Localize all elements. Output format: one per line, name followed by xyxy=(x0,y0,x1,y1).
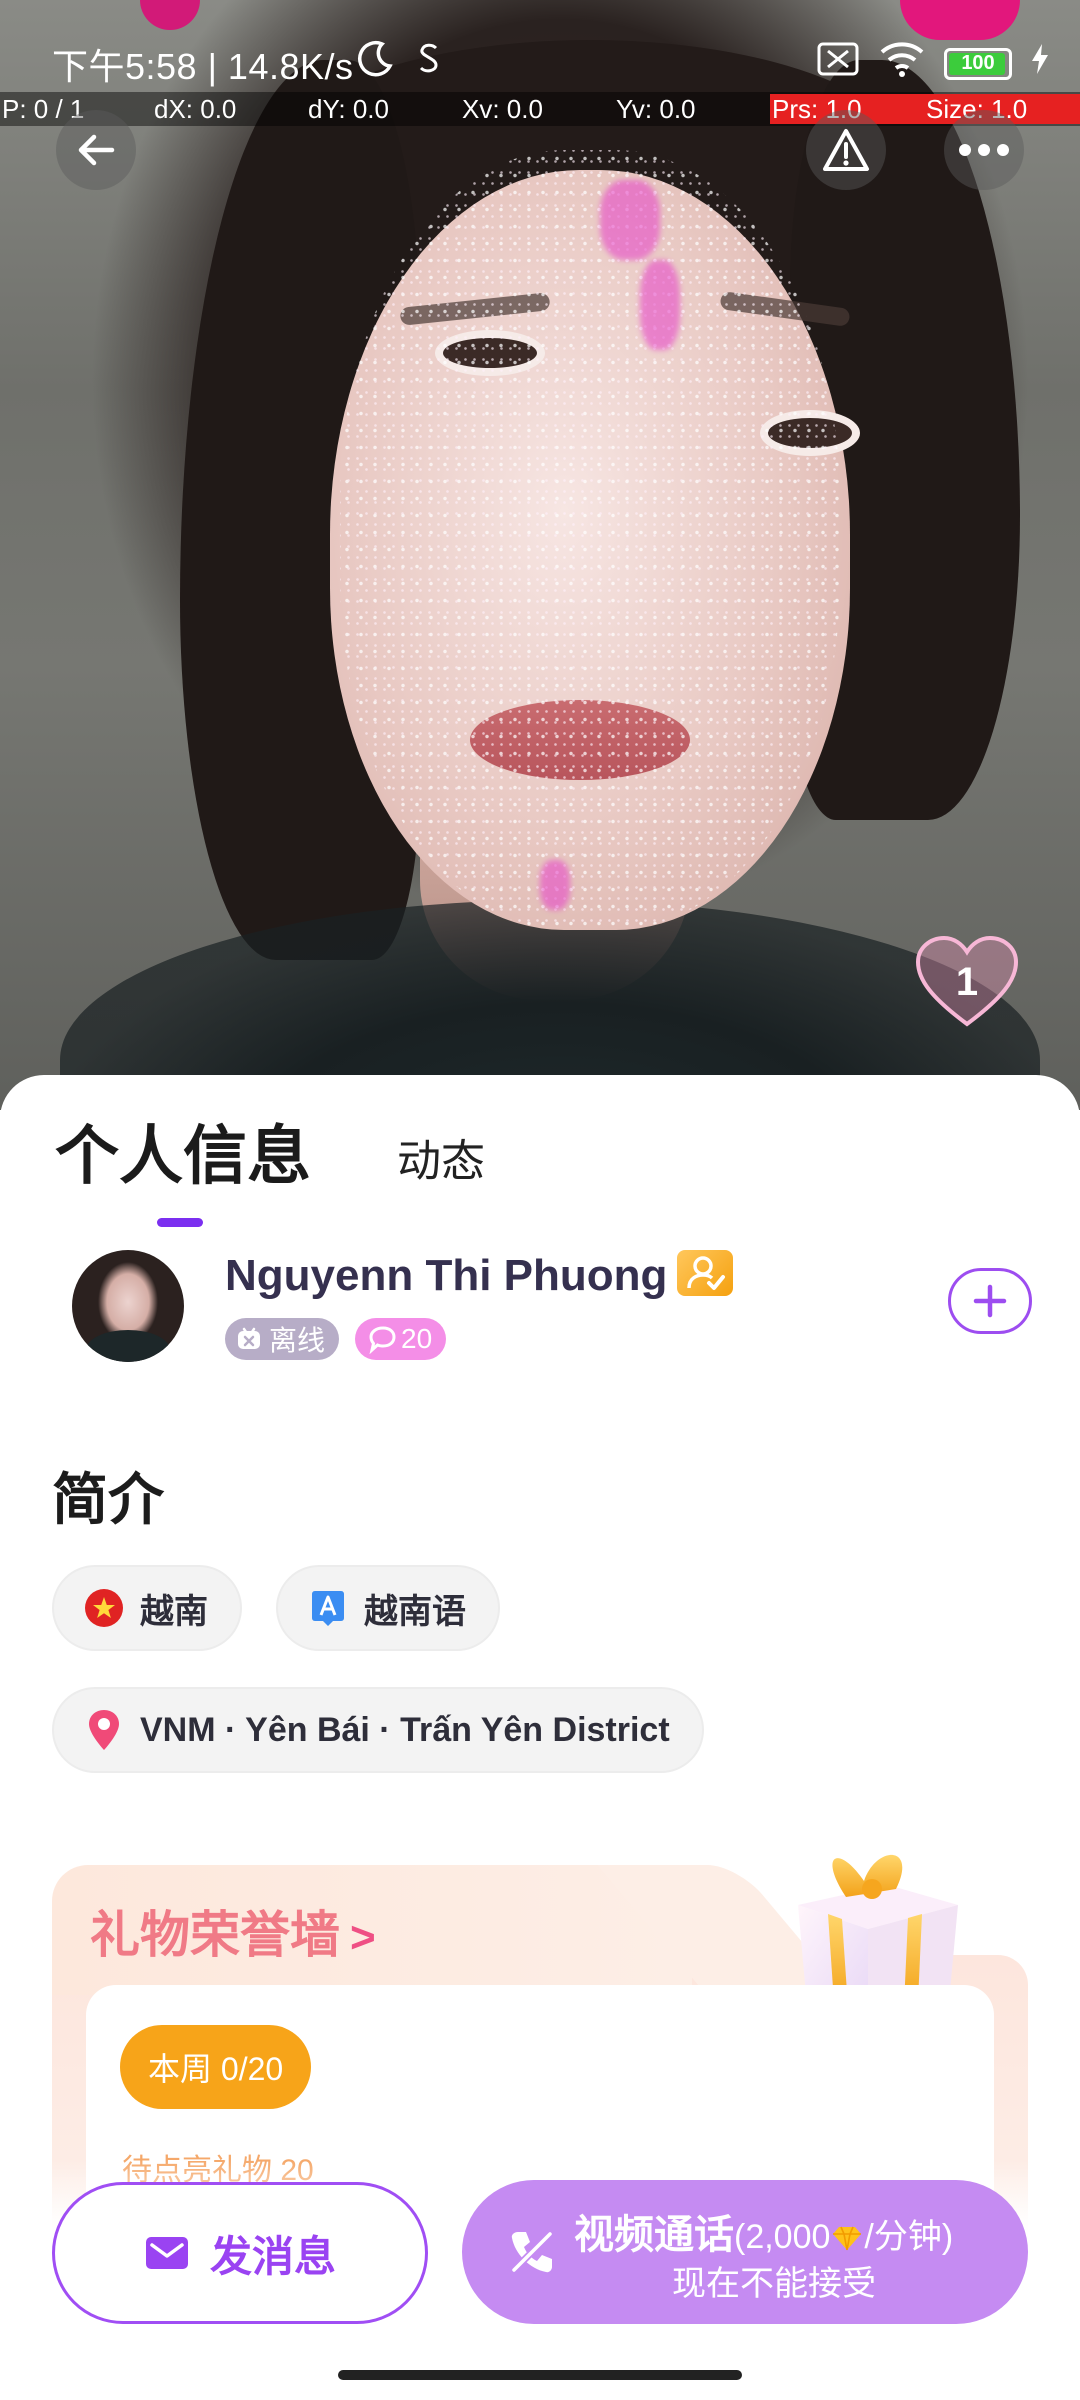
level-badge: 20 xyxy=(355,1318,447,1360)
profile-name: Nguyenn Thi Phuong xyxy=(225,1250,734,1301)
language-chip: 越南语 xyxy=(276,1565,500,1651)
more-options-button[interactable] xyxy=(944,110,1024,190)
verified-badge-icon xyxy=(677,1250,734,1296)
country-text: 越南 xyxy=(140,1592,208,1631)
call-price-prefix: (2,000 xyxy=(734,2218,831,2256)
profile-badges: 离线 20 xyxy=(225,1318,447,1360)
wifi-icon xyxy=(878,40,926,87)
photo-filter-spot xyxy=(640,260,680,350)
profile-tabs: 个人信息 动态 xyxy=(55,1105,485,1227)
vietnam-flag-icon xyxy=(85,1589,123,1627)
offline-status-icon xyxy=(238,1327,260,1349)
gift-wall-arrow: > xyxy=(350,1913,376,1962)
bottom-action-bar: 发消息 视频通话(2,000/分钟) 现在不能接受 xyxy=(0,2160,1080,2400)
tab-moments[interactable]: 动态 xyxy=(397,1125,485,1197)
debug-xv: Xv: 0.0 xyxy=(462,94,543,124)
back-arrow-icon xyxy=(78,134,115,166)
language-icon xyxy=(312,1591,344,1626)
battery-level: 100 xyxy=(961,52,995,74)
debug-dy: dY: 0.0 xyxy=(308,94,389,124)
status-text: 离线 xyxy=(269,1325,326,1356)
weekly-progress-pill: 本周 0/20 xyxy=(120,2025,312,2109)
photo-pink-accessory xyxy=(140,0,200,30)
call-price-suffix: /分钟) xyxy=(864,2218,954,2256)
sync-icon xyxy=(414,38,444,87)
send-message-button[interactable]: 发消息 xyxy=(52,2182,428,2324)
report-button[interactable] xyxy=(806,110,886,190)
video-call-title: 视频通话(2,000/分钟) xyxy=(574,2202,953,2260)
send-message-label: 发消息 xyxy=(209,2232,336,2280)
profile-name-text: Nguyenn Thi Phuong xyxy=(225,1251,668,1300)
level-text: 20 xyxy=(401,1323,433,1354)
home-indicator[interactable] xyxy=(338,2370,742,2380)
tab-personal-info[interactable]: 个人信息 xyxy=(55,1105,311,1227)
location-pin-icon xyxy=(89,1710,119,1750)
avatar[interactable] xyxy=(72,1250,184,1362)
intro-title: 简介 xyxy=(52,1468,164,1531)
debug-yv: Yv: 0.0 xyxy=(616,94,696,124)
photo-filter-spot xyxy=(600,180,660,260)
chat-bubble-icon xyxy=(369,1326,396,1354)
back-button[interactable] xyxy=(56,110,136,190)
location-text: VNM · Yên Bái · Trấn Yên District xyxy=(140,1710,670,1749)
location-chip: VNM · Yên Bái · Trấn Yên District xyxy=(52,1687,704,1773)
photo-sparkle-filter xyxy=(340,150,840,930)
sim-icon xyxy=(816,41,860,86)
like-count: 1 xyxy=(955,959,979,1004)
profile-header: Nguyenn Thi Phuong 离线 20 xyxy=(72,1250,1032,1370)
follow-button[interactable] xyxy=(948,1268,1032,1334)
photo-filter-spot xyxy=(540,860,570,910)
debug-dx: dX: 0.0 xyxy=(154,94,237,124)
status-badge: 离线 xyxy=(225,1318,340,1360)
gift-wall-title[interactable]: 礼物荣誉墙 > xyxy=(90,1895,376,1967)
more-dots-icon xyxy=(959,144,1009,156)
call-disabled-icon xyxy=(506,2226,558,2283)
warning-icon xyxy=(823,129,869,171)
video-call-status: 现在不能接受 xyxy=(672,2265,876,2303)
status-time: 下午5:58 | 14.8K/s xyxy=(52,46,354,87)
diamond-icon xyxy=(833,2226,862,2251)
like-heart-badge[interactable]: 1 xyxy=(912,932,1022,1032)
video-call-label: 视频通话 xyxy=(574,2213,734,2257)
country-chip: 越南 xyxy=(52,1565,242,1651)
profile-photo[interactable]: 1 xyxy=(0,0,1080,1110)
envelope-icon xyxy=(145,2237,188,2269)
plus-icon xyxy=(973,1284,1007,1318)
moon-icon xyxy=(356,38,396,87)
gift-wall-title-text: 礼物荣誉墙 xyxy=(90,1907,340,1963)
status-bar: 下午5:58 | 14.8K/s 100 xyxy=(0,30,1080,90)
charging-icon xyxy=(1030,42,1050,85)
language-text: 越南语 xyxy=(364,1592,466,1631)
battery-icon: 100 xyxy=(944,47,1012,80)
video-call-button[interactable]: 视频通话(2,000/分钟) 现在不能接受 xyxy=(462,2180,1028,2324)
pointer-debug-bar: P: 0 / 1 dX: 0.0 dY: 0.0 Xv: 0.0 Yv: 0.0… xyxy=(0,92,1080,126)
